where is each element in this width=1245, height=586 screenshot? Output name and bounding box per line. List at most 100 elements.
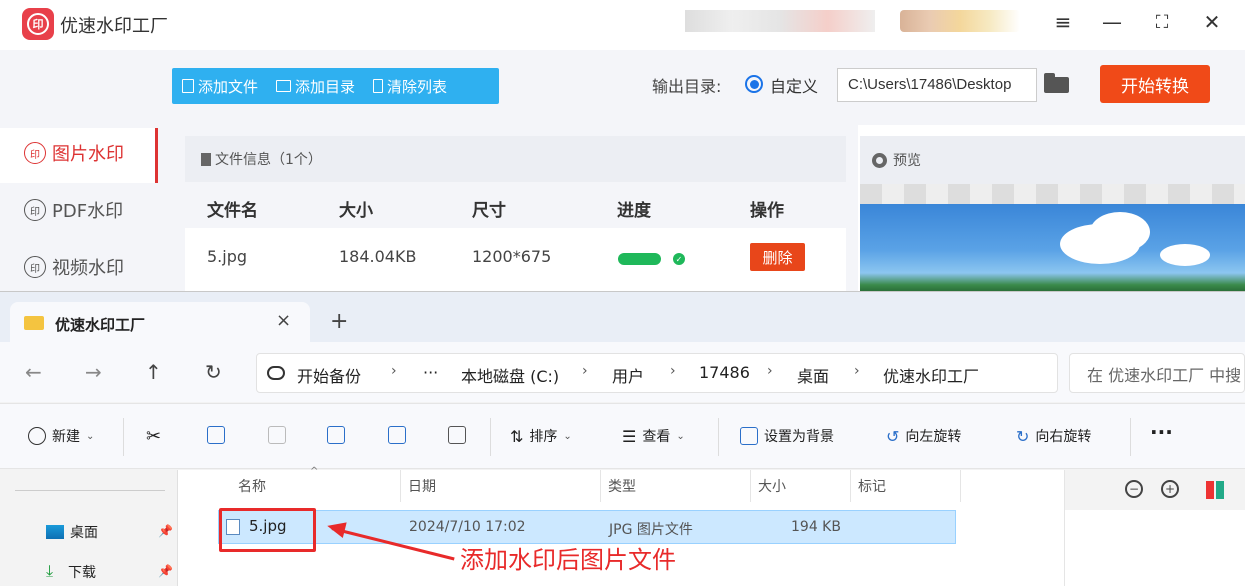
col-size[interactable]: 大小 (758, 476, 786, 496)
folder-icon (276, 80, 292, 92)
rotate-right-button[interactable]: ↻ 向右旋转 (1016, 426, 1091, 446)
explorer-tabbar: 优速水印工厂 × + (0, 292, 1245, 342)
col-name[interactable]: 名称 (238, 476, 266, 496)
sort-icon: ⇅ (510, 426, 524, 446)
share-icon[interactable] (388, 426, 406, 444)
download-icon: ⤓ (46, 561, 54, 580)
close-icon[interactable]: ✕ (1197, 8, 1227, 36)
breadcrumb-user-id[interactable]: 17486 (699, 363, 750, 382)
explorer-command-bar: 新建 ⌄ ✂ ⇅ 排序 ⌄ ☰ 查看 ⌄ 设置为背景 ↺ 向左旋转 ↻ 向右旋转 ··· (0, 403, 1245, 469)
breadcrumb-c-drive[interactable]: 本地磁盘 (C:) (461, 363, 559, 387)
backup-link[interactable]: 开始备份 (297, 363, 361, 387)
cloud-backup-icon (267, 366, 285, 380)
copy-icon[interactable] (207, 426, 225, 444)
forward-icon[interactable]: → (85, 360, 102, 384)
breadcrumb-sep: › (582, 363, 588, 379)
divider (15, 490, 165, 491)
file-date: 2024/7/10 17:02 (409, 519, 526, 535)
menu-icon[interactable]: ≡ (1048, 8, 1078, 36)
zoom-in-icon[interactable]: + (1161, 480, 1179, 498)
add-file-button[interactable]: 添加文件 (182, 76, 258, 97)
row-size: 184.04KB (339, 247, 417, 266)
annotation-text: 添加水印后图片文件 (460, 546, 676, 574)
add-dir-button[interactable]: 添加目录 (276, 76, 355, 97)
address-bar[interactable]: 开始备份 › ··· 本地磁盘 (C:) › 用户 › 17486 › 桌面 ›… (256, 353, 1058, 393)
chevron-down-icon: ⌄ (676, 430, 685, 442)
sidebar-item-image-watermark[interactable]: 印图片水印 (24, 138, 124, 168)
view-button[interactable]: ☰ 查看 ⌄ (622, 426, 685, 446)
new-tab-icon[interactable]: + (330, 309, 348, 334)
set-background-button[interactable]: 设置为背景 (740, 426, 834, 446)
breadcrumb-desktop[interactable]: 桌面 (797, 363, 829, 387)
table-row[interactable]: 5.jpg 184.04KB 1200*675 ✓ 删除 (185, 231, 846, 286)
start-convert-button[interactable]: 开始转换 (1100, 65, 1210, 103)
file-type: JPG 图片文件 (609, 522, 693, 538)
file-size: 194 KB (791, 519, 841, 535)
delete-icon[interactable] (448, 426, 466, 444)
divider (123, 418, 124, 456)
output-dir-label: 输出目录: (652, 77, 722, 96)
browse-folder-icon[interactable] (1044, 73, 1070, 93)
output-path-input[interactable]: C:\Users\17486\Desktop (837, 68, 1037, 102)
folder-icon (24, 316, 44, 330)
breadcrumb-sep: › (767, 363, 773, 379)
nav-item-desktop[interactable]: 桌面 (46, 522, 98, 542)
more-options-icon[interactable]: ··· (1150, 420, 1173, 444)
cut-icon[interactable]: ✂ (146, 426, 161, 447)
breadcrumb-users[interactable]: 用户 (612, 363, 644, 387)
rotate-right-icon: ↻ (1016, 426, 1030, 446)
sidebar-item-pdf-watermark[interactable]: 印 PDF水印 (24, 195, 123, 225)
file-button-group: 添加文件 添加目录 清除列表 (172, 68, 499, 104)
maximize-icon[interactable]: ⛶ (1147, 8, 1177, 36)
row-filename: 5.jpg (207, 247, 248, 266)
back-icon[interactable]: ← (25, 360, 42, 384)
minimize-icon[interactable]: — (1097, 8, 1127, 36)
navigation-pane: 桌面 📌 ⤓ 下载 📌 (0, 470, 178, 586)
file-info-header: 文件信息（1个） (185, 136, 846, 182)
clear-list-button[interactable]: 清除列表 (373, 76, 447, 97)
col-date[interactable]: 日期 (408, 476, 436, 496)
pin-icon[interactable]: 📌 (158, 564, 173, 578)
pin-icon[interactable]: 📌 (158, 524, 173, 538)
breadcrumb-current[interactable]: 优速水印工厂 (883, 363, 979, 387)
new-button[interactable]: 新建 ⌄ (28, 426, 94, 446)
tab-close-icon[interactable]: × (276, 310, 291, 331)
search-input[interactable]: 在 优速水印工厂 中搜 (1069, 353, 1245, 393)
explorer-preview-pane: − + (1064, 470, 1245, 586)
custom-radio[interactable] (745, 75, 763, 93)
layout-grid-icon[interactable] (1206, 481, 1224, 499)
sort-button[interactable]: ⇅ 排序 ⌄ (510, 426, 572, 446)
progress-bar (618, 253, 661, 265)
delete-button[interactable]: 删除 (750, 243, 805, 271)
refresh-icon[interactable]: ↻ (205, 360, 222, 384)
rename-icon[interactable] (327, 426, 345, 444)
preview-toolbar: − + (1065, 470, 1245, 510)
col-dims: 尺寸 (472, 201, 506, 221)
up-icon[interactable]: ↑ (145, 360, 162, 384)
desktop-icon (46, 525, 64, 539)
blurred-avatar (900, 10, 1020, 32)
col-progress: 进度 (617, 201, 651, 221)
paste-icon[interactable] (268, 426, 286, 444)
app-logo-icon: 印 (22, 8, 54, 40)
zoom-out-icon[interactable]: − (1125, 480, 1143, 498)
sort-caret-icon: ^ (310, 466, 319, 477)
preview-image (860, 204, 1245, 296)
rotate-left-button[interactable]: ↺ 向左旋转 (886, 426, 961, 446)
rotate-left-icon: ↺ (886, 426, 900, 446)
gear-icon (872, 152, 887, 168)
col-type[interactable]: 类型 (608, 476, 636, 496)
col-action: 操作 (750, 201, 784, 221)
explorer-tab[interactable]: 优速水印工厂 × (10, 302, 310, 342)
explorer-navbar: ← → ↑ ↻ 开始备份 › ··· 本地磁盘 (C:) › 用户 › 1748… (0, 342, 1245, 402)
stamp-icon: 印 (24, 199, 46, 221)
sidebar-item-video-watermark[interactable]: 印视频水印 (24, 252, 124, 282)
custom-radio-label[interactable]: 自定义 (770, 73, 818, 97)
divider (490, 418, 491, 456)
col-tag[interactable]: 标记 (858, 476, 886, 496)
breadcrumb-more[interactable]: ··· (423, 363, 438, 382)
nav-item-downloads[interactable]: ⤓ 下载 (46, 562, 96, 582)
row-dims: 1200*675 (472, 247, 552, 266)
chevron-down-icon: ⌄ (563, 430, 572, 442)
breadcrumb-sep: › (391, 363, 397, 379)
